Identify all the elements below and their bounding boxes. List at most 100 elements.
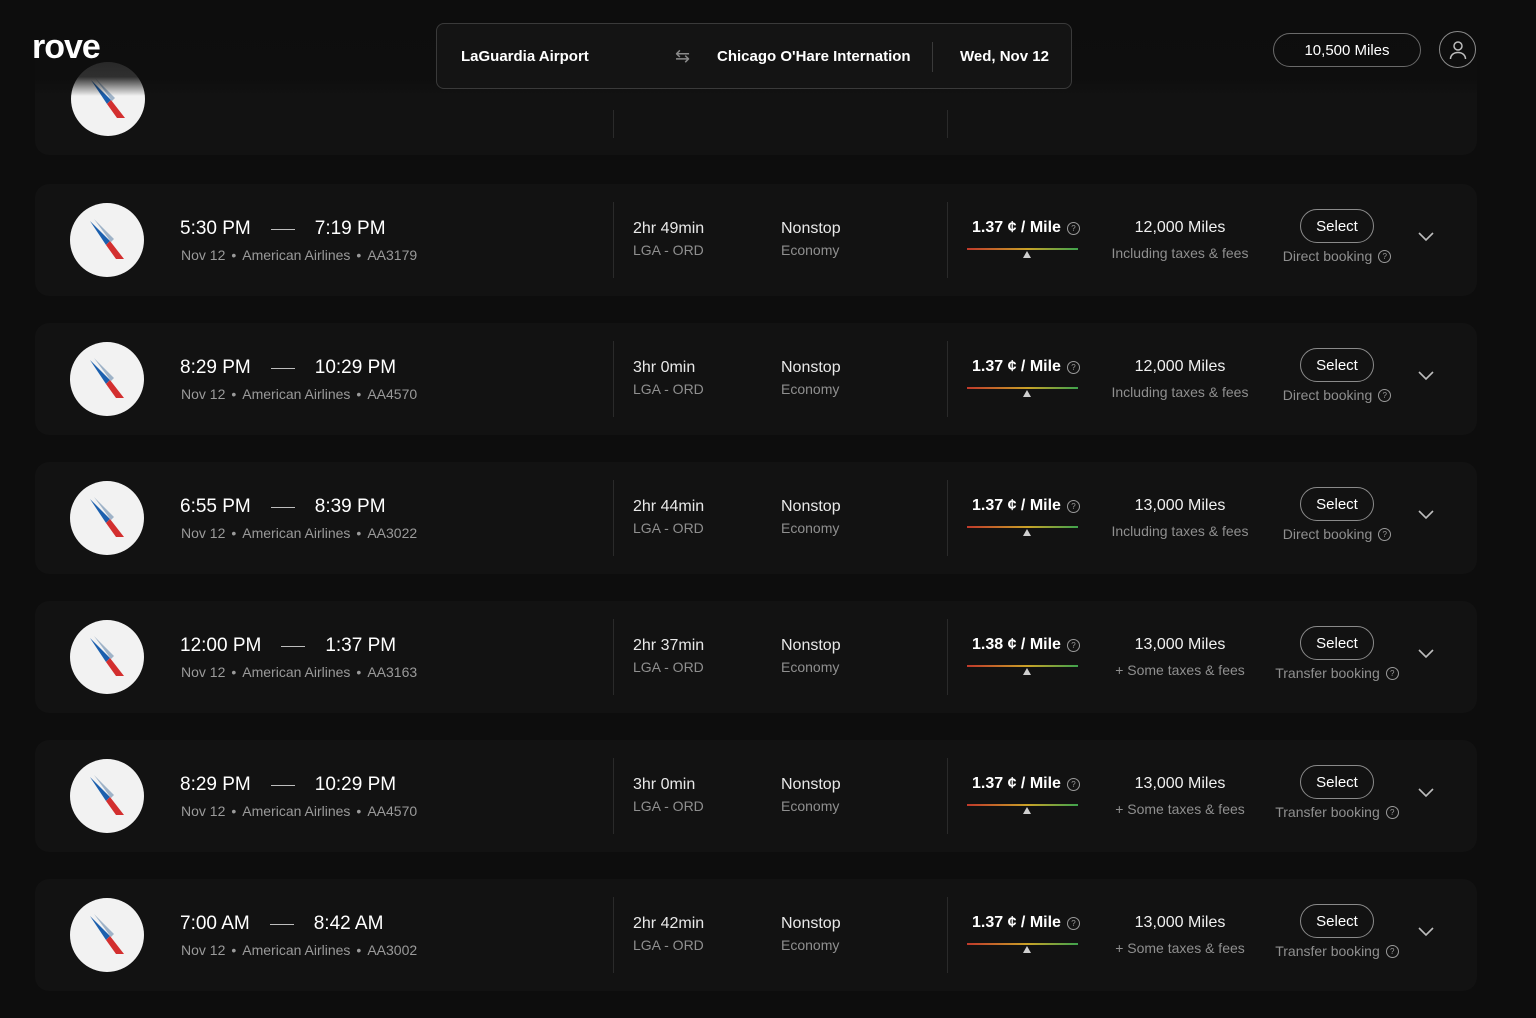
swap-arrows-icon[interactable]: ⇆: [675, 46, 690, 67]
booking-type: Transfer booking?: [1267, 943, 1407, 959]
flight-number: AA3002: [367, 942, 418, 958]
cents-per-mile: 1.37 ¢ / Mile?: [972, 358, 1080, 376]
search-bar[interactable]: LaGuardia Airport ⇆ Chicago O'Hare Inter…: [436, 23, 1072, 89]
help-icon[interactable]: ?: [1066, 638, 1080, 652]
help-icon[interactable]: ?: [1378, 527, 1392, 541]
chevron-down-icon[interactable]: [1417, 784, 1435, 802]
select-button[interactable]: Select: [1300, 348, 1374, 382]
help-icon[interactable]: ?: [1385, 805, 1399, 819]
divider: [947, 619, 948, 695]
chevron-down-icon[interactable]: [1417, 367, 1435, 385]
flight-number: AA4570: [367, 803, 418, 819]
value-marker-icon: [1022, 390, 1031, 397]
select-button[interactable]: Select: [1300, 765, 1374, 799]
help-icon[interactable]: ?: [1378, 388, 1392, 402]
departure-time: 8:29 PM: [180, 774, 251, 795]
select-button[interactable]: Select: [1300, 487, 1374, 521]
value-gauge-bar: [967, 665, 1078, 667]
cents-per-mile: 1.38 ¢ / Mile?: [972, 636, 1080, 654]
chevron-down-icon[interactable]: [1417, 645, 1435, 663]
divider: [613, 619, 614, 695]
flight-times: 8:29 PM 10:29 PM: [180, 357, 396, 379]
miles-balance-button[interactable]: 10,500 Miles: [1273, 33, 1421, 67]
help-icon[interactable]: ?: [1066, 499, 1080, 513]
select-button[interactable]: Select: [1300, 209, 1374, 243]
stops: Nonstop: [781, 637, 841, 654]
route: LGA - ORD: [633, 659, 704, 675]
value-gauge-bar: [967, 526, 1078, 528]
stops: Nonstop: [781, 220, 841, 237]
airline-name: American Airlines: [242, 664, 351, 680]
flight-card[interactable]: 7:00 AM 8:42 AM Nov 12 • American Airlines…: [35, 879, 1477, 991]
american-airlines-logo-icon: [70, 759, 144, 833]
divider: [947, 480, 948, 556]
divider: [947, 758, 948, 834]
chevron-down-icon[interactable]: [1417, 923, 1435, 941]
taxes-note: + Some taxes & fees: [1115, 662, 1245, 678]
time-separator: [270, 506, 295, 508]
miles-price: 12,000 Miles: [1134, 219, 1226, 236]
value-marker-icon: [1022, 529, 1031, 536]
rove-logo[interactable]: rove: [32, 28, 101, 67]
arrival-time: 10:29 PM: [314, 357, 397, 378]
cents-per-mile: 1.37 ¢ / Mile?: [972, 497, 1080, 515]
select-button[interactable]: Select: [1300, 626, 1374, 660]
flight-card[interactable]: 12:00 PM 1:37 PM Nov 12 • American Airline…: [35, 601, 1477, 713]
departure-time: 5:30 PM: [180, 218, 251, 239]
help-icon[interactable]: ?: [1066, 360, 1080, 374]
cabin-class: Economy: [781, 381, 840, 397]
divider: [947, 341, 948, 417]
flight-times: 6:55 PM 8:39 PM: [180, 496, 386, 518]
value-gauge-bar: [967, 943, 1078, 945]
american-airlines-logo-icon: [70, 342, 144, 416]
origin-field[interactable]: LaGuardia Airport: [461, 48, 589, 65]
duration: 3hr 0min: [633, 359, 696, 376]
cents-per-mile: 1.37 ¢ / Mile?: [972, 914, 1080, 932]
stops: Nonstop: [781, 498, 841, 515]
chevron-down-icon[interactable]: [1417, 228, 1435, 246]
divider: [613, 897, 614, 973]
help-icon[interactable]: ?: [1066, 916, 1080, 930]
booking-type: Direct booking?: [1267, 387, 1407, 403]
flight-number: AA3163: [367, 664, 418, 680]
flight-times: 12:00 PM 1:37 PM: [180, 635, 396, 657]
route: LGA - ORD: [633, 381, 704, 397]
help-icon[interactable]: ?: [1385, 666, 1399, 680]
flight-card[interactable]: 6:55 PM 8:39 PM Nov 12 • American Airlines…: [35, 462, 1477, 574]
departure-time: 6:55 PM: [180, 496, 251, 517]
booking-type: Transfer booking?: [1267, 665, 1407, 681]
divider: [947, 897, 948, 973]
user-icon[interactable]: [1439, 31, 1476, 68]
miles-price: 13,000 Miles: [1134, 775, 1226, 792]
cents-per-mile: 1.37 ¢ / Mile?: [972, 219, 1080, 237]
help-icon[interactable]: ?: [1066, 777, 1080, 791]
time-separator: [281, 645, 306, 647]
flight-card[interactable]: 8:29 PM 10:29 PM Nov 12 • American Airline…: [35, 323, 1477, 435]
date-field[interactable]: Wed, Nov 12: [960, 48, 1049, 65]
miles-price: 13,000 Miles: [1134, 914, 1226, 931]
stops: Nonstop: [781, 915, 841, 932]
flight-card[interactable]: 8:29 PM 10:29 PM Nov 12 • American Airline…: [35, 740, 1477, 852]
duration: 2hr 44min: [633, 498, 705, 515]
arrival-time: 8:39 PM: [314, 496, 386, 517]
chevron-down-icon[interactable]: [1417, 506, 1435, 524]
flight-number: AA3179: [367, 247, 418, 263]
flight-card[interactable]: 5:30 PM 7:19 PM Nov 12 • American Airlines…: [35, 184, 1477, 296]
time-separator: [270, 367, 295, 369]
destination-field[interactable]: Chicago O'Hare Internation: [717, 48, 911, 65]
taxes-note: + Some taxes & fees: [1115, 940, 1245, 956]
help-icon[interactable]: ?: [1066, 221, 1080, 235]
arrival-time: 10:29 PM: [314, 774, 397, 795]
duration: 2hr 37min: [633, 637, 705, 654]
divider: [613, 110, 614, 138]
select-button[interactable]: Select: [1300, 904, 1374, 938]
flight-details: Nov 12 • American Airlines • AA3163: [181, 664, 418, 680]
departure-time: 8:29 PM: [180, 357, 251, 378]
stops: Nonstop: [781, 359, 841, 376]
flight-date: Nov 12: [181, 942, 226, 958]
arrival-time: 1:37 PM: [325, 635, 397, 656]
time-separator: [269, 923, 294, 925]
help-icon[interactable]: ?: [1378, 249, 1392, 263]
cabin-class: Economy: [781, 242, 840, 258]
help-icon[interactable]: ?: [1385, 944, 1399, 958]
